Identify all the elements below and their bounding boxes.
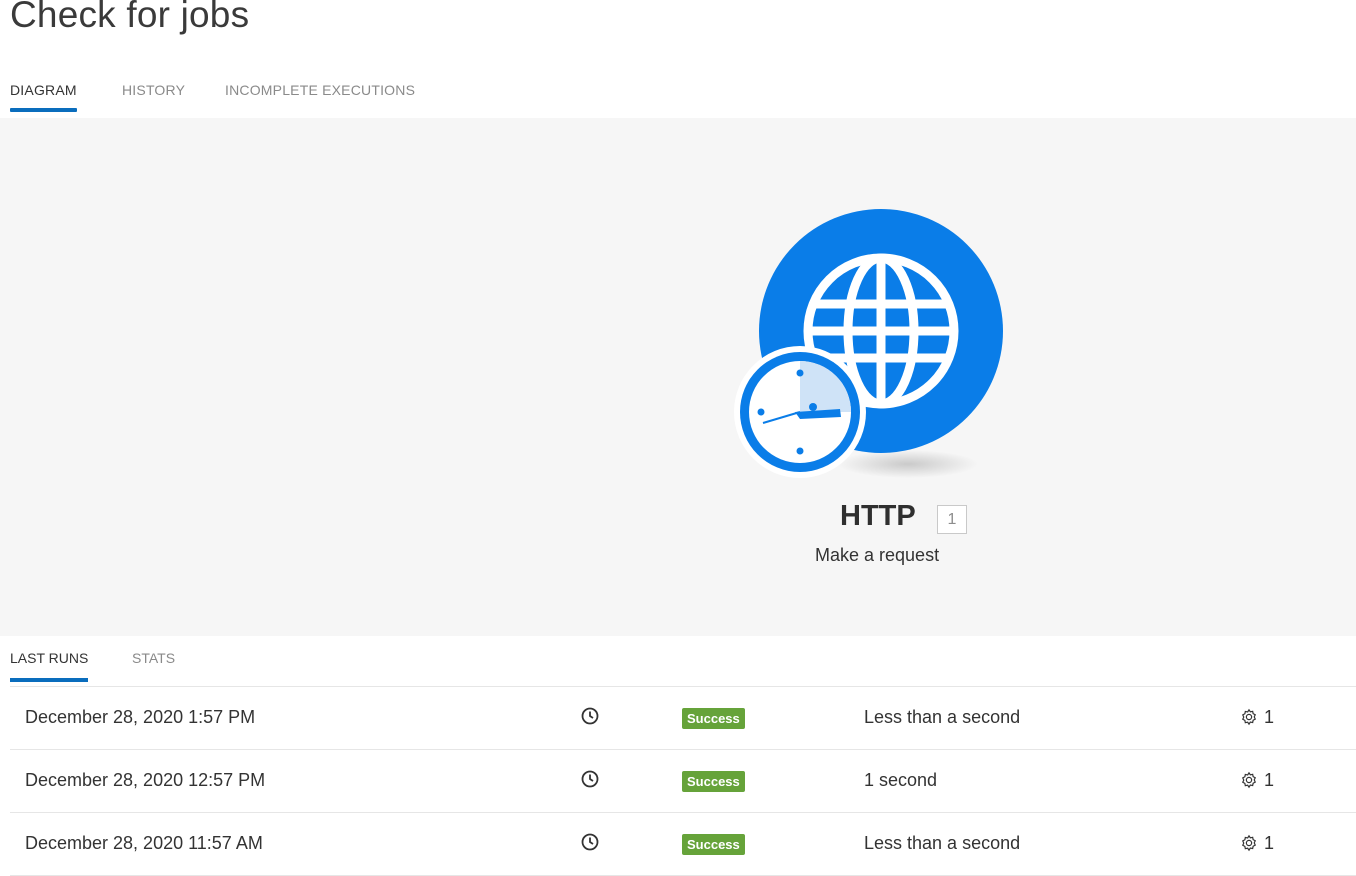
run-operations: 1 (1240, 707, 1274, 728)
scenario-diagram-canvas[interactable] (0, 118, 1356, 636)
run-row[interactable]: December 28, 2020 12:57 PM Success 1 sec… (10, 750, 1356, 813)
module-name: HTTP (840, 500, 916, 532)
run-date: December 28, 2020 1:57 PM (25, 707, 256, 727)
run-operations: 1 (1240, 770, 1274, 791)
runs-tabs: LAST RUNS STATS (10, 636, 1356, 687)
page-title: Check for jobs (10, 0, 250, 35)
status-badge: Success (682, 771, 745, 792)
tab-stats[interactable]: STATS (132, 650, 175, 682)
module-id-badge: 1 (937, 505, 967, 534)
gear-icon (1241, 834, 1257, 852)
run-operations: 1 (1240, 833, 1274, 854)
gear-icon (1241, 771, 1257, 789)
http-module[interactable] (733, 209, 1005, 479)
module-description: Make a request (815, 545, 940, 565)
status-badge: Success (682, 708, 745, 729)
operations-count: 1 (1264, 833, 1275, 853)
tab-last-runs[interactable]: LAST RUNS (10, 650, 89, 682)
clock-icon (581, 707, 599, 725)
tab-incomplete-executions[interactable]: INCOMPLETE EXECUTIONS (225, 82, 415, 112)
run-duration: Less than a second (864, 833, 1021, 853)
operations-count: 1 (1264, 770, 1275, 790)
clock-icon (581, 833, 599, 851)
status-badge: Success (682, 834, 745, 855)
run-duration: 1 second (864, 770, 938, 790)
run-duration: Less than a second (864, 707, 1021, 727)
operations-count: 1 (1264, 707, 1275, 727)
runs-list: December 28, 2020 1:57 PM Success Less t… (10, 687, 1356, 876)
tab-history[interactable]: HISTORY (122, 82, 185, 112)
main-tabs: DIAGRAM HISTORY INCOMPLETE EXECUTIONS (10, 74, 1356, 119)
run-date: December 28, 2020 11:57 AM (25, 833, 263, 853)
clock-icon (734, 346, 866, 478)
tab-diagram[interactable]: DIAGRAM (10, 82, 77, 112)
run-date: December 28, 2020 12:57 PM (25, 770, 266, 790)
gear-icon (1241, 708, 1257, 726)
run-row[interactable]: December 28, 2020 1:57 PM Success Less t… (10, 687, 1356, 750)
run-row[interactable]: December 28, 2020 11:57 AM Success Less … (10, 813, 1356, 876)
clock-icon (581, 770, 599, 788)
